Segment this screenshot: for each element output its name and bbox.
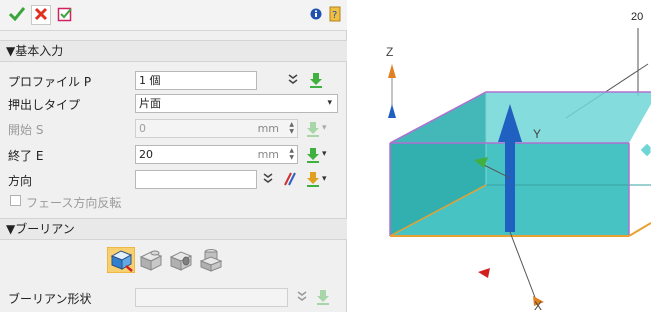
boolean-shape-pick-icon[interactable] [316,289,330,305]
profile-label: プロファイル P [8,75,92,89]
info-icon [310,8,322,23]
start-input[interactable]: 0 mm ▲ ▼ [135,119,298,138]
start-value: 0 [139,122,146,135]
start-label: 開始 S [8,123,44,137]
axis-y-label: Y [533,127,541,141]
direction-chevron-icon[interactable] [263,172,273,184]
start-pick-icon[interactable] [306,121,320,137]
boolean-shape-chevron-icon[interactable] [297,290,307,302]
axis-z-label: Z [386,45,393,59]
end-pick-icon[interactable] [306,147,320,163]
help-icon: ? [329,6,341,25]
profile-value: 1 個 [139,74,161,87]
3d-viewport[interactable]: 20 Z Y X [348,0,651,313]
row-profile: プロファイル P 1 個 [0,70,347,92]
direction-field[interactable] [135,170,257,189]
extrude-arrow-shaft [505,140,515,232]
row-boolean-shape: ブーリアン形状 [0,287,347,309]
boolean-shape-field[interactable] [135,288,288,307]
dropdown-chevron-icon[interactable] [288,73,298,85]
apply-button[interactable] [55,5,75,25]
select-arrow-icon: ▾ [327,98,332,108]
extrude-type-select[interactable]: 片面 ▾ [135,94,338,113]
face-flip-label: フェース方向反転 [26,196,122,210]
face-flip-checkbox[interactable] [10,195,21,206]
cancel-button[interactable] [31,5,51,25]
help-button[interactable]: ? [325,5,345,25]
end-label: 終了 E [8,149,44,163]
ok-button[interactable] [7,5,27,25]
end-input[interactable]: 20 mm ▲ ▼ [135,145,298,164]
section-basic-input[interactable]: ▼基本入力 [0,40,347,62]
end-unit: mm [257,148,279,161]
info-button[interactable] [306,5,326,25]
boolean-intersect-icon[interactable] [197,247,225,273]
profile-field[interactable]: 1 個 [135,71,257,90]
dimension-label: 20 [631,11,643,23]
row-face-flip: フェース方向反転 [0,191,347,213]
pick-arrow-icon[interactable] [309,72,323,88]
direction-label: 方向 [8,174,33,188]
side-handle [639,142,651,158]
section-boolean[interactable]: ▼ブーリアン [0,218,347,240]
start-menu-arrow-icon[interactable]: ▾ [322,123,327,133]
row-direction: 方向 ▾ [0,169,347,191]
end-value: 20 [139,148,153,161]
x-icon [34,7,48,24]
axis-x-label: X [534,299,542,312]
panel-toolbar: ? [0,0,347,31]
extrude-panel: ? ▼基本入力 プロファイル P 1 個 押出しタイプ 片面 ▾ 開始 S 0 … [0,0,347,312]
direction-menu-arrow-icon[interactable]: ▾ [322,174,327,184]
boolean-remove-icon[interactable] [167,247,195,273]
row-end: 終了 E 20 mm ▲ ▼ ▾ [0,144,347,166]
extrude-type-value: 片面 [139,97,161,110]
axis-z-arrow [388,64,396,78]
row-start: 開始 S 0 mm ▲ ▼ ▾ [0,118,347,140]
boolean-shape-label: ブーリアン形状 [8,292,92,306]
boolean-base-icon[interactable] [106,246,136,274]
start-spinner-icon[interactable]: ▲ ▼ [289,121,294,135]
end-spinner-icon[interactable]: ▲ ▼ [289,147,294,161]
start-unit: mm [257,122,279,135]
svg-text:?: ? [332,10,337,21]
row-extrude-type: 押出しタイプ 片面 ▾ [0,93,347,115]
end-menu-arrow-icon[interactable]: ▾ [322,149,327,159]
boolean-add-icon[interactable] [137,247,165,273]
check-icon [8,6,26,24]
direction-pick-icon[interactable] [306,171,320,187]
reverse-direction-icon[interactable] [283,172,297,186]
apply-icon [57,6,73,25]
extrude-type-label: 押出しタイプ [8,98,81,112]
